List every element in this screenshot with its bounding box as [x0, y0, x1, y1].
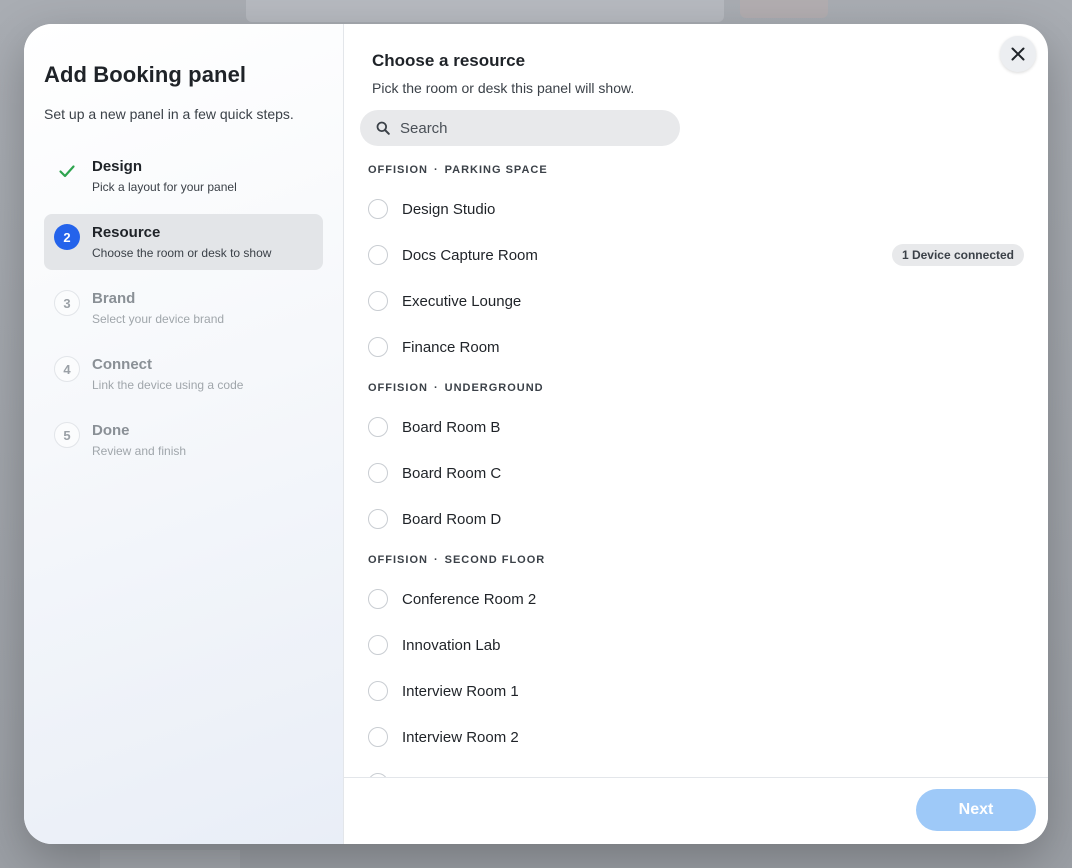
- separator-dot: ·: [433, 164, 439, 176]
- search-icon: [376, 121, 390, 135]
- resource-option[interactable]: Docs Capture Room 1 Device connected: [368, 232, 1024, 278]
- resource-list[interactable]: OFFISION · PARKING SPACE Design Studio Doc…: [344, 160, 1048, 777]
- check-icon: [54, 158, 80, 184]
- resource-option[interactable]: Interview Room 2: [368, 714, 1024, 760]
- resource-option[interactable]: Innovation Lab: [368, 622, 1024, 668]
- step-title: Brand: [92, 290, 136, 307]
- step-done: 5 Done Review and finish: [44, 412, 323, 468]
- step-resource[interactable]: 2 Resource Choose the room or desk to sh…: [44, 214, 323, 270]
- resource-header: Choose a resource Pick the room or desk …: [344, 24, 1048, 96]
- step-title: Resource: [92, 224, 161, 241]
- resource-name: Executive Lounge: [402, 292, 522, 310]
- resource-name: Board Room C: [402, 464, 502, 482]
- radio-button[interactable]: [368, 635, 388, 655]
- step-number-badge: 5: [54, 422, 80, 448]
- modal-footer: Next: [344, 777, 1048, 844]
- step-description: Pick a layout for your panel: [92, 180, 237, 194]
- resource-group: OFFISION · SECOND FLOOR Conference Room 2 …: [368, 550, 1024, 777]
- add-booking-panel-modal: Add Booking panel Set up a new panel in …: [24, 24, 1048, 844]
- backdrop-search-bar: [246, 0, 724, 22]
- close-button[interactable]: [1000, 36, 1036, 72]
- group-header: OFFISION · PARKING SPACE: [368, 160, 1024, 180]
- group-header: OFFISION · UNDERGROUND: [368, 378, 1024, 398]
- radio-button[interactable]: [368, 509, 388, 529]
- separator-dot: ·: [433, 554, 439, 566]
- step-number-badge: 4: [54, 356, 80, 382]
- resource-name: Board Room D: [402, 510, 502, 528]
- step-connect: 4 Connect Link the device using a code: [44, 346, 323, 402]
- next-button[interactable]: Next: [916, 789, 1036, 831]
- backdrop-badge: [740, 0, 828, 18]
- group-location: UNDERGROUND: [444, 382, 544, 394]
- resource-panel: Choose a resource Pick the room or desk …: [344, 24, 1048, 844]
- resource-group: OFFISION · PARKING SPACE Design Studio Doc…: [368, 160, 1024, 370]
- resource-option[interactable]: Design Studio: [368, 186, 1024, 232]
- resource-option[interactable]: Finance Room: [368, 324, 1024, 370]
- close-icon: [1011, 47, 1025, 61]
- search-box[interactable]: [360, 110, 680, 146]
- step-title: Done: [92, 422, 130, 439]
- step-title: Design: [92, 158, 143, 175]
- step-description: Link the device using a code: [92, 378, 244, 392]
- group-org: OFFISION: [368, 164, 428, 176]
- resource-name: Finance Room: [402, 338, 500, 356]
- radio-button[interactable]: [368, 463, 388, 483]
- resource-option[interactable]: Executive Lounge: [368, 278, 1024, 324]
- resource-name: Design Studio: [402, 200, 496, 218]
- step-description: Select your device brand: [92, 312, 225, 326]
- resource-option[interactable]: Interview Room 1: [368, 668, 1024, 714]
- radio-button[interactable]: [368, 199, 388, 219]
- group-header: OFFISION · SECOND FLOOR: [368, 550, 1024, 570]
- resource-name: Interview Room 1: [402, 682, 519, 700]
- group-org: OFFISION: [368, 554, 428, 566]
- resource-option[interactable]: [368, 760, 1024, 777]
- step-design[interactable]: Design Pick a layout for your panel: [44, 148, 323, 204]
- device-connected-badge: 1 Device connected: [891, 244, 1024, 266]
- modal-subtitle: Set up a new panel in a few quick steps.: [44, 106, 294, 122]
- radio-button[interactable]: [368, 589, 388, 609]
- group-location: SECOND FLOOR: [444, 554, 546, 566]
- section-title: Choose a resource: [372, 51, 526, 70]
- resource-name: Innovation Lab: [402, 636, 501, 654]
- radio-button[interactable]: [368, 291, 388, 311]
- resource-option[interactable]: Conference Room 2: [368, 576, 1024, 622]
- radio-button[interactable]: [368, 417, 388, 437]
- step-description: Review and finish: [92, 444, 187, 458]
- radio-button[interactable]: [368, 245, 388, 265]
- backdrop-footer-item: [100, 850, 240, 868]
- resource-name: Board Room B: [402, 418, 501, 436]
- modal-title: Add Booking panel: [44, 62, 247, 87]
- wizard-sidebar: Add Booking panel Set up a new panel in …: [24, 24, 344, 844]
- section-subtitle: Pick the room or desk this panel will sh…: [372, 80, 635, 96]
- step-number-badge: 2: [54, 224, 80, 250]
- resource-name: Conference Room 2: [402, 590, 537, 608]
- step-number-badge: 3: [54, 290, 80, 316]
- resource-name: Docs Capture Room: [402, 246, 538, 264]
- group-location: PARKING SPACE: [444, 164, 548, 176]
- step-description: Choose the room or desk to show: [92, 246, 272, 260]
- radio-button[interactable]: [368, 337, 388, 357]
- separator-dot: ·: [433, 382, 439, 394]
- step-title: Connect: [92, 356, 152, 373]
- resource-group: OFFISION · UNDERGROUND Board Room B Board …: [368, 378, 1024, 542]
- wizard-steps: Design Pick a layout for your panel 2 Re…: [44, 148, 323, 468]
- resource-option[interactable]: Board Room B: [368, 404, 1024, 450]
- resource-option[interactable]: Board Room C: [368, 450, 1024, 496]
- radio-button[interactable]: [368, 681, 388, 701]
- resource-name: Interview Room 2: [402, 728, 519, 746]
- step-brand: 3 Brand Select your device brand: [44, 280, 323, 336]
- search-input[interactable]: [400, 119, 660, 137]
- resource-option[interactable]: Board Room D: [368, 496, 1024, 542]
- radio-button[interactable]: [368, 727, 388, 747]
- group-org: OFFISION: [368, 382, 428, 394]
